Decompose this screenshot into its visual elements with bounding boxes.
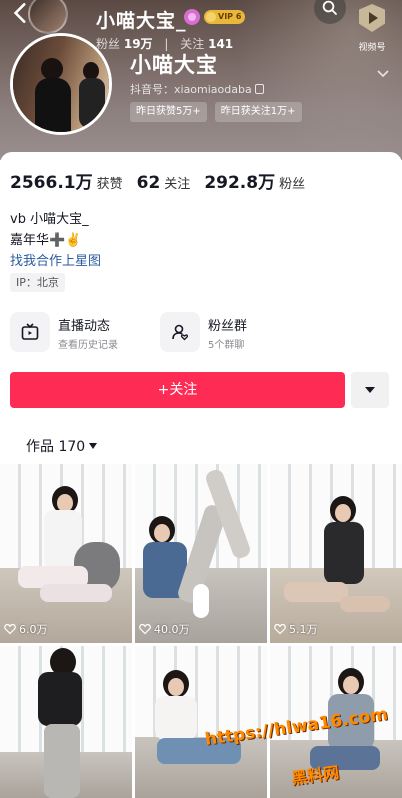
douyin-id[interactable]: 抖音号：xiaomiaodaba <box>130 81 264 97</box>
heart-icon <box>4 623 16 635</box>
likes-label: 获赞 <box>96 177 123 192</box>
profile-card: 2566.1万 获赞 62 关注 292.8万 粉丝 vb 小喵大宝_ 嘉年华➕… <box>0 152 402 798</box>
bio-line-2: 嘉年华➕✌️ <box>10 233 82 248</box>
search-icon <box>322 0 337 15</box>
more-options-button[interactable] <box>351 372 389 408</box>
caret-down-icon <box>89 443 98 449</box>
work-item[interactable]: 6.0万 <box>0 464 132 643</box>
live-title: 直播动态 <box>58 319 111 334</box>
heart-icon <box>139 623 151 635</box>
work-item[interactable] <box>0 646 132 798</box>
tv-icon <box>10 312 50 352</box>
avatar[interactable] <box>10 33 112 135</box>
fan-group-subtitle: 5个群聊 <box>208 340 245 351</box>
copy-icon[interactable] <box>254 84 264 94</box>
works-tab[interactable]: 作品 170 <box>26 436 98 456</box>
work-item[interactable]: 40.0万 <box>135 464 267 643</box>
follows-badge: 昨日获关注1万+ <box>214 102 302 122</box>
likes-count: 5.1万 <box>274 621 318 637</box>
followers-count[interactable]: 292.8万 <box>204 168 275 193</box>
business-link[interactable]: 找我合作上星图 <box>10 250 101 269</box>
video-channel-label: 视频号 <box>358 43 386 53</box>
likes-value: 6.0万 <box>19 623 48 636</box>
bio-line-1: vb 小喵大宝_ <box>10 212 89 227</box>
works-tab-label: 作品 170 <box>26 439 86 455</box>
header-name: 小喵大宝_ <box>96 10 187 32</box>
followers-label[interactable]: 粉丝 <box>279 173 305 192</box>
work-item[interactable]: 5.1万 <box>270 464 402 643</box>
profile-name: 小喵大宝 <box>130 53 218 77</box>
likes-count: 6.0万 <box>4 621 48 637</box>
group-chat-icon <box>160 312 200 352</box>
chevron-down-icon[interactable] <box>376 66 390 80</box>
live-history-entry[interactable]: 直播动态 查看历史记录 <box>10 312 150 352</box>
follow-button[interactable]: +关注 <box>10 372 345 408</box>
watermark-name: 黑料网 <box>290 762 341 789</box>
ip-location-tag: IP：北京 <box>10 273 65 292</box>
douyin-id-text: 抖音号：xiaomiaodaba <box>130 83 252 96</box>
likes-count: 2566.1万 <box>10 173 93 193</box>
video-channel-button[interactable]: 视频号 <box>350 0 394 54</box>
live-subtitle: 查看历史记录 <box>58 340 118 351</box>
profile-header: 小喵大宝_ VIP 6 粉丝 19万 | 关注 141 视频号 小喵大宝 抖音号… <box>0 0 402 160</box>
likes-count: 40.0万 <box>139 621 190 637</box>
watermark: https://hlwa16.com 黑料网 <box>204 704 401 792</box>
fan-group-title: 粉丝群 <box>208 319 248 334</box>
search-button[interactable] <box>314 0 346 24</box>
fan-group-entry[interactable]: 粉丝群 5个群聊 <box>160 312 300 352</box>
likes-value: 5.1万 <box>289 623 318 636</box>
likes-badge: 昨日获赞5万+ <box>130 102 207 122</box>
video-channel-icon <box>359 4 385 32</box>
following-count[interactable]: 62 <box>137 173 161 193</box>
heart-icon <box>274 623 286 635</box>
small-avatar <box>28 0 68 34</box>
achievement-badges: 昨日获赞5万+ 昨日获关注1万+ <box>130 102 302 122</box>
vip-badge: VIP 6 <box>204 10 246 24</box>
verified-icon <box>184 9 200 25</box>
following-label[interactable]: 关注 <box>164 173 190 192</box>
likes-value: 40.0万 <box>154 623 190 636</box>
profile-stats: 2566.1万 获赞 62 关注 292.8万 粉丝 <box>10 168 319 193</box>
